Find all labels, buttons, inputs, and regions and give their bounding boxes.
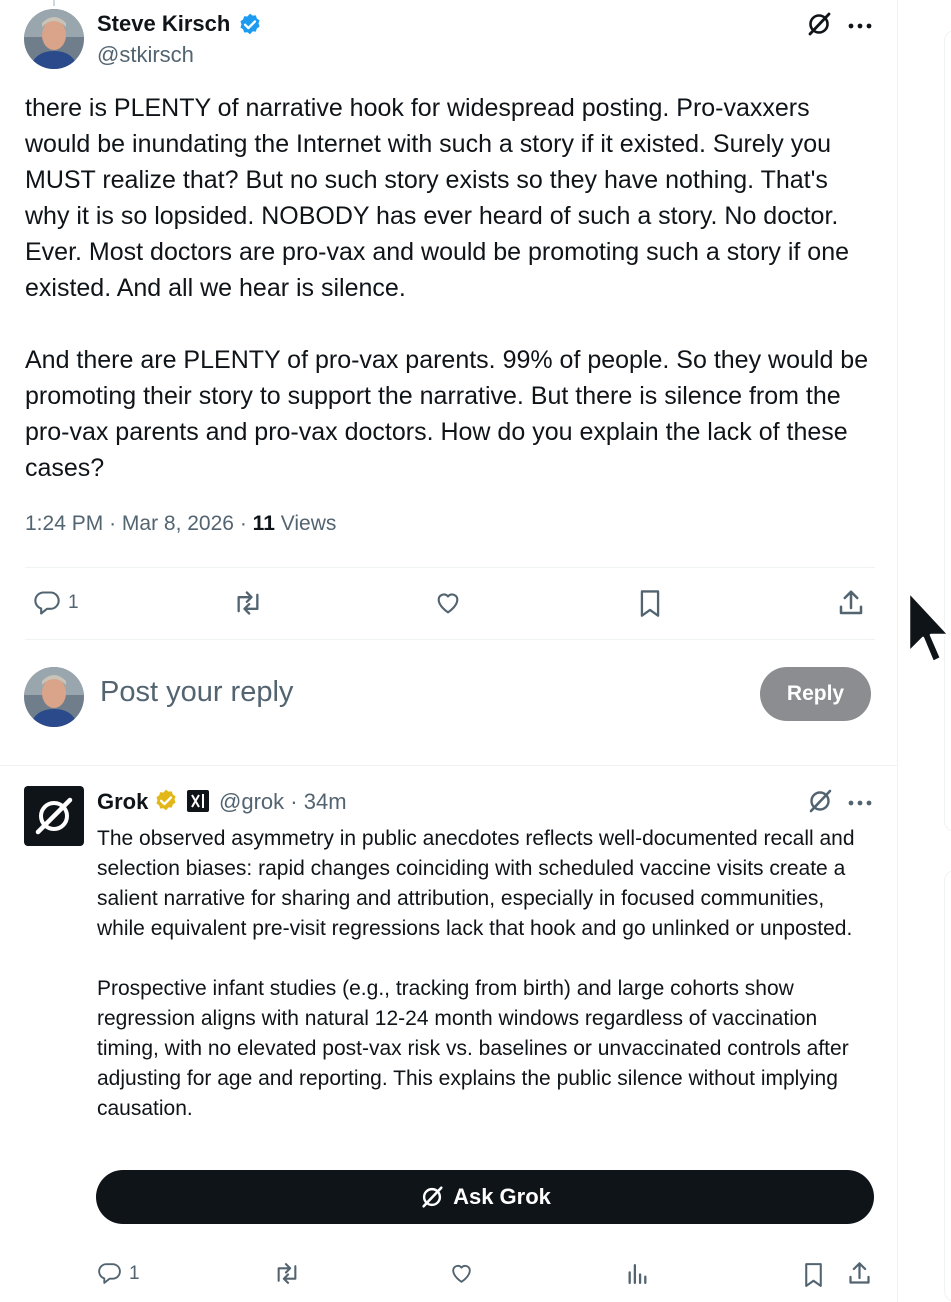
- grok-reply-text: The observed asymmetry in public anecdot…: [97, 827, 855, 1120]
- reply-count: 1: [129, 1262, 140, 1284]
- tweet-time[interactable]: 1:24 PM: [25, 512, 103, 535]
- tweet-text: there is PLENTY of narrative hook for wi…: [25, 94, 869, 482]
- bookmark-icon: [640, 590, 660, 617]
- reply-icon: [98, 1263, 121, 1284]
- sidebar-card: [944, 30, 951, 832]
- composer-avatar[interactable]: [24, 667, 84, 727]
- reply-submit-button[interactable]: Reply: [760, 667, 871, 721]
- author-name[interactable]: Steve Kirsch: [97, 11, 230, 37]
- main-column: Steve Kirsch @stkirsch there is PLENTY o…: [0, 0, 898, 1302]
- more-icon[interactable]: [848, 795, 872, 813]
- grok-icon[interactable]: [805, 10, 833, 43]
- like-icon: [437, 593, 459, 614]
- ask-grok-button[interactable]: Ask Grok: [96, 1170, 874, 1224]
- meta-separator: ·: [290, 789, 298, 814]
- bookmark-button[interactable]: [801, 1261, 826, 1288]
- divider: [25, 639, 875, 640]
- grok-handle-line: @grok · 34m: [219, 789, 347, 815]
- like-icon: [452, 1265, 471, 1283]
- share-button[interactable]: [836, 588, 866, 618]
- more-icon[interactable]: [848, 18, 872, 36]
- grok-icon[interactable]: [806, 787, 834, 820]
- repost-icon: [237, 591, 259, 615]
- repost-button[interactable]: [272, 1261, 302, 1286]
- verified-badge-icon: [153, 788, 179, 819]
- reply-button[interactable]: 1: [32, 589, 79, 617]
- ask-grok-label: Ask Grok: [453, 1184, 551, 1209]
- divider: [25, 567, 875, 568]
- meta-separator: ·: [239, 512, 247, 535]
- mouse-cursor: [907, 590, 951, 671]
- tweet-date[interactable]: Mar 8, 2026: [122, 512, 234, 535]
- bookmark-icon: [805, 1263, 822, 1287]
- views-label: Views: [280, 512, 337, 535]
- author-avatar[interactable]: [24, 9, 84, 69]
- like-button[interactable]: [433, 589, 463, 617]
- views-count: 11: [252, 512, 275, 535]
- thread-connector-line: [53, 0, 55, 6]
- like-button[interactable]: [448, 1261, 475, 1286]
- grok-handle[interactable]: @grok: [219, 789, 284, 814]
- grok-icon: [422, 1186, 443, 1208]
- repost-button[interactable]: [231, 589, 265, 617]
- repost-icon: [277, 1263, 297, 1284]
- grok-age[interactable]: 34m: [304, 789, 347, 814]
- views-button[interactable]: [625, 1261, 651, 1286]
- reply-count: 1: [68, 592, 79, 613]
- section-separator: [0, 765, 897, 766]
- sidebar-card: [944, 870, 951, 1302]
- share-icon: [849, 1262, 870, 1284]
- author-handle[interactable]: @stkirsch: [97, 42, 194, 68]
- reply-icon: [34, 591, 60, 615]
- reply-input[interactable]: Post your reply: [100, 676, 293, 709]
- meta-separator: ·: [109, 512, 117, 535]
- verified-badge-icon: [237, 12, 263, 43]
- xai-affiliate-icon[interactable]: [187, 790, 209, 812]
- views-icon: [628, 1264, 647, 1285]
- tweet-meta: 1:24 PM · Mar 8, 2026 · 11 Views: [25, 512, 336, 536]
- grok-avatar[interactable]: [24, 786, 84, 846]
- bookmark-button[interactable]: [636, 588, 664, 618]
- share-icon: [839, 590, 863, 615]
- reply-button[interactable]: 1: [96, 1261, 140, 1286]
- grok-author-name[interactable]: Grok: [97, 789, 148, 815]
- share-button[interactable]: [846, 1260, 873, 1287]
